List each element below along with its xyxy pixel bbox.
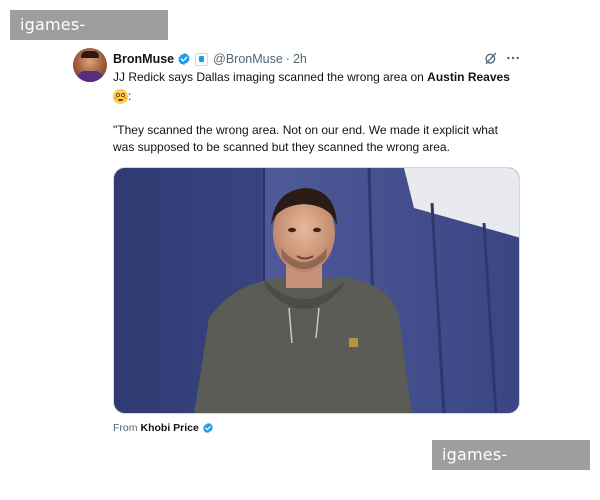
verified-badge-icon [178,52,190,66]
author-name[interactable]: BronMuse [113,52,174,66]
media-credit-name[interactable]: Khobi Price [141,422,199,434]
post-time[interactable]: 2h [293,52,307,66]
media-credit-prefix: From [113,422,138,434]
tweet-text-line2: : [113,87,131,105]
watermark-top: igames-index.com [10,10,168,64]
tweet-text-prefix: JJ Redick says Dallas imaging scanned th… [113,70,428,84]
author-avatar[interactable] [73,48,107,82]
tweet-media-image[interactable] [113,167,520,414]
flushed-face-emoji [113,88,128,104]
tweet-text-line1: JJ Redick says Dallas imaging scanned th… [113,70,510,84]
affiliate-badge-icon [195,52,209,66]
more-icon[interactable] [505,50,521,66]
watermark-bottom: igames-index.com [432,440,590,494]
avatar-hair [81,51,99,58]
tweet-text-bold-name: Austin Reaves [427,70,510,84]
quote-line-1: "They scanned the wrong area. Not on our… [113,123,498,137]
media-photo-illustration [114,168,519,413]
tweet-quote: "They scanned the wrong area. Not on our… [113,122,513,156]
tweet-header: BronMuse @BronMuse · 2h [113,50,307,68]
media-credit: From Khobi Price [113,422,214,434]
verified-badge-icon [203,422,213,434]
avatar-jersey [77,71,103,82]
quote-line-2: was supposed to be scanned but they scan… [113,140,450,154]
grok-icon[interactable] [483,50,499,66]
separator-dot: · [285,52,290,66]
tweet-text-colon: : [128,89,132,103]
author-handle[interactable]: @BronMuse [213,52,283,66]
